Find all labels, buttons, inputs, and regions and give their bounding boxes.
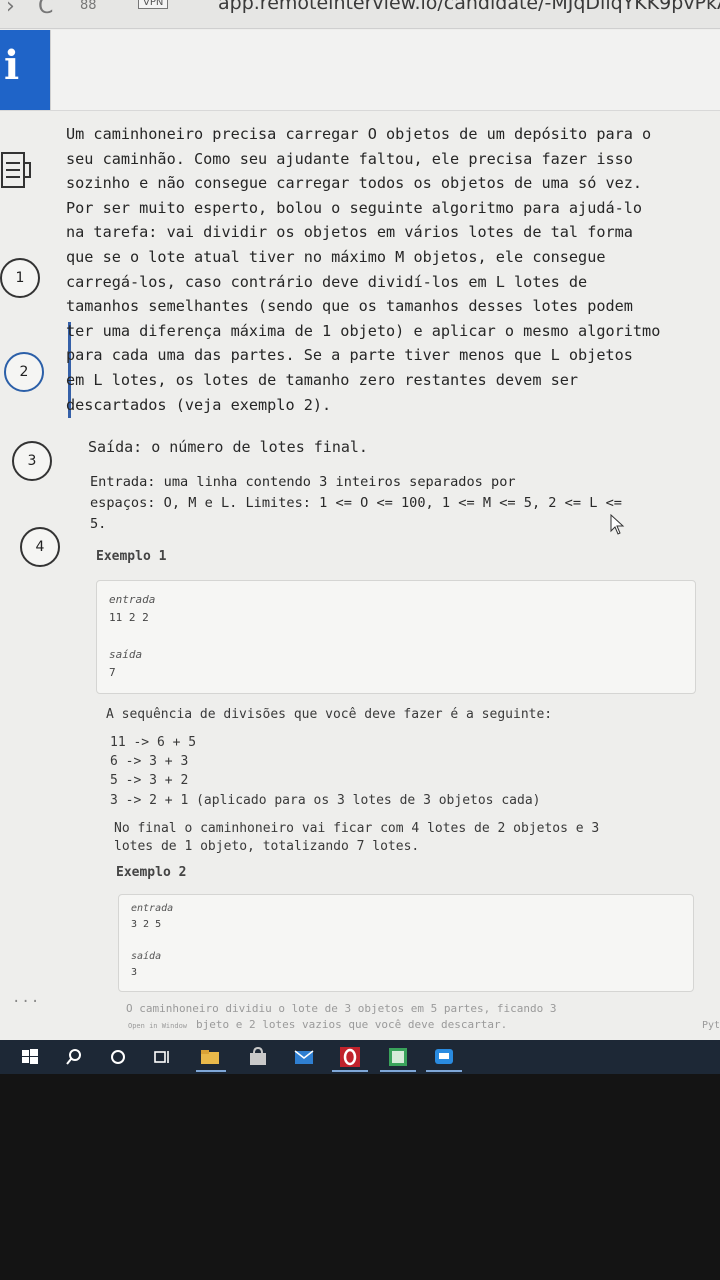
screen: › C 88 VPN app.remoteinterview.io/candid…	[0, 0, 720, 1040]
example-2-title: Exemplo 2	[116, 865, 187, 880]
open-in-window-link[interactable]: Open in Window	[128, 1017, 187, 1035]
example-1-input-value: 11 2 2	[109, 611, 149, 624]
tabs-icon[interactable]: 88	[80, 0, 97, 13]
example-2-output-value: 3	[131, 967, 138, 978]
sidebar-more-dots[interactable]: ...	[12, 990, 40, 1006]
monitor-bezel	[0, 1074, 720, 1280]
example-1-explanation-intro: A sequência de divisões que você deve fa…	[106, 707, 553, 722]
store-icon[interactable]	[248, 1047, 268, 1067]
windows-icon[interactable]	[20, 1047, 40, 1067]
cortana-icon[interactable]	[108, 1047, 128, 1067]
example-1-output-value: 7	[109, 666, 116, 679]
back-button[interactable]: ›	[6, 0, 15, 19]
app-logo[interactable]: i	[0, 30, 50, 110]
taskbar-active-indicator	[380, 1070, 416, 1072]
vpn-badge[interactable]: VPN	[138, 0, 169, 9]
file-explorer-icon[interactable]	[200, 1047, 220, 1067]
example-1-conclusion: No final o caminhoneiro vai ficar com 4 …	[114, 821, 600, 854]
reload-button[interactable]: C	[38, 0, 53, 19]
output-description: Saída: o número de lotes final.	[88, 438, 368, 456]
windows-taskbar	[0, 1040, 720, 1074]
taskbar-active-indicator	[332, 1070, 368, 1072]
problem-statement: Um caminhoneiro precisa carregar O objet…	[66, 125, 661, 414]
example-1-step: 5 -> 3 + 2	[110, 773, 189, 788]
example-1-step: 6 -> 3 + 3	[110, 754, 189, 769]
step-4[interactable]: 4	[20, 527, 60, 567]
step-1[interactable]: 1	[0, 258, 40, 298]
logo-letter: i	[4, 42, 20, 89]
chat-app-icon[interactable]	[434, 1047, 454, 1067]
example-1-step: 11 -> 6 + 5	[110, 735, 197, 750]
step-sidebar	[0, 111, 62, 1040]
document-icon[interactable]	[0, 149, 34, 193]
address-bar[interactable]: app.remoteinterview.io/candidate/-MJqDii…	[218, 0, 720, 14]
example-1-output-label: saída	[109, 648, 143, 661]
input-description: Entrada: uma linha contendo 3 inteiros s…	[90, 474, 622, 532]
example-1-title: Exemplo 1	[96, 549, 167, 564]
mail-icon[interactable]	[294, 1047, 314, 1067]
example-1-input-label: entrada	[109, 593, 156, 606]
task-view-icon[interactable]	[152, 1047, 172, 1067]
example-2-output-label: saída	[131, 951, 162, 962]
step-2[interactable]: 2	[4, 352, 44, 392]
opera-icon[interactable]	[340, 1047, 360, 1067]
search-icon[interactable]	[64, 1047, 84, 1067]
taskbar-active-indicator	[426, 1070, 462, 1072]
mouse-cursor-icon	[610, 514, 625, 535]
example-1-box: entrada 11 2 2 saída 7	[96, 580, 696, 694]
example-2-input-value: 3 2 5	[131, 919, 162, 930]
example-1-step: 3 -> 2 + 1 (aplicado para os 3 lotes de …	[110, 793, 541, 808]
language-label[interactable]: Pyt	[702, 1017, 720, 1035]
step-3[interactable]: 3	[12, 441, 52, 481]
taskbar-active-indicator	[196, 1070, 226, 1072]
example-2-box: entrada 3 2 5 saída 3	[118, 894, 694, 992]
header-divider	[50, 30, 51, 110]
app-header	[0, 30, 720, 111]
example-2-input-label: entrada	[131, 903, 174, 914]
example-2-explanation-cont: bjeto e 2 lotes vazios que você deve des…	[196, 1018, 508, 1031]
image-app-icon[interactable]	[388, 1047, 408, 1067]
browser-bar: › C 88 VPN app.remoteinterview.io/candid…	[0, 0, 720, 29]
